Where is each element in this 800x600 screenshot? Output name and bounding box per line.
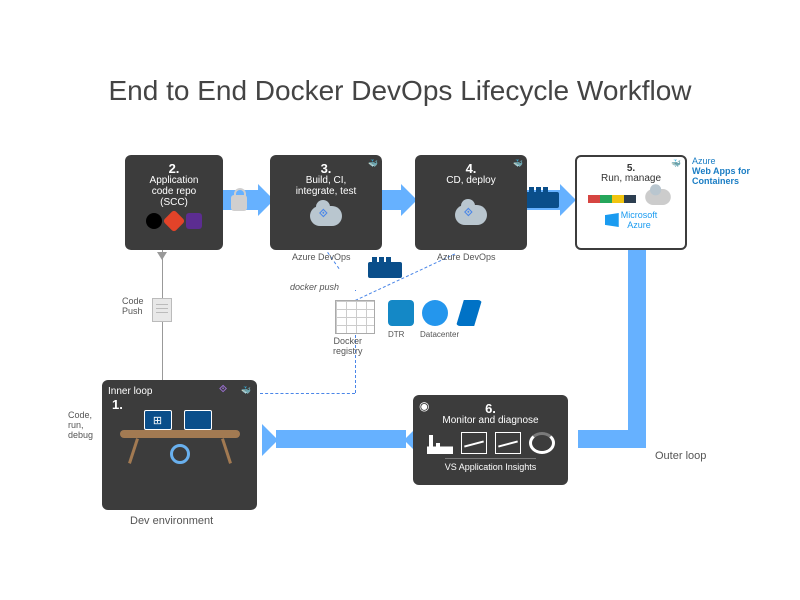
- stage-label: Run, manage: [601, 173, 661, 185]
- git-icon: [163, 210, 186, 233]
- arrow-6-to-1: [276, 430, 406, 448]
- container-icon: [368, 262, 402, 278]
- stage-label: Monitor and diagnose: [442, 415, 538, 427]
- inner-loop-label: Inner loop: [108, 386, 152, 397]
- diagram-title: End to End Docker DevOps Lifecycle Workf…: [0, 75, 800, 107]
- dashboard-icon: [588, 195, 636, 203]
- stage-6-monitor: ◉ 6. Monitor and diagnose VS Application…: [413, 395, 568, 485]
- pie-chart-icon: [529, 432, 555, 454]
- stage-3-build-ci: 3. Build, CI, integrate, test ⟐ 🐳: [270, 155, 382, 250]
- stage-number: 4.: [466, 161, 477, 176]
- datacenter-label: Datacenter: [420, 330, 459, 339]
- container-icon: [525, 192, 559, 208]
- dash-3-registry-b: [355, 290, 356, 291]
- stage-label: (SCC): [160, 197, 188, 209]
- windows-monitor-icon: ⊞: [144, 410, 172, 430]
- dev-env-label: Dev environment: [130, 515, 213, 527]
- docker-push-label: docker push: [290, 282, 339, 292]
- brand-text: Microsoft: [621, 210, 658, 220]
- document-icon: [152, 298, 172, 322]
- line-chart-icon: [495, 432, 521, 454]
- vsts-icon: [186, 213, 202, 229]
- outer-loop-label: Outer loop: [655, 450, 706, 462]
- arrowhead-up: [157, 252, 167, 260]
- arrow-outer-corner: [578, 430, 646, 448]
- docker-whale-icon: 🐳: [368, 159, 378, 168]
- dtr-icon: [388, 300, 414, 326]
- stage-number: 1.: [112, 397, 123, 412]
- azure-logo: MicrosoftAzure: [605, 210, 658, 230]
- inner-side-label: Code, run, debug: [68, 410, 93, 440]
- brand-label: Azure DevOps: [437, 252, 496, 262]
- apple-monitor-icon: [184, 410, 212, 430]
- docker-whale-icon: 🐳: [671, 159, 681, 168]
- stage-number: 6.: [485, 401, 496, 416]
- azure-devops-icon: ⟐: [310, 206, 342, 226]
- azure-devops-icon: ⟐: [455, 205, 487, 225]
- code-push-label: Code Push: [122, 296, 144, 316]
- docker-whale-icon: 🐳: [241, 386, 251, 395]
- arrow-outer-down: [628, 250, 646, 430]
- visual-studio-icon: ⟐: [219, 384, 227, 395]
- line-chart-icon: [461, 432, 487, 454]
- bar-chart-icon: [427, 432, 453, 454]
- windows-icon: [605, 213, 619, 227]
- brand-text: Azure: [627, 220, 651, 230]
- dash-registry-to-1b: [260, 393, 355, 394]
- desk-illustration: ⊞: [120, 416, 240, 466]
- refresh-icon: [170, 444, 190, 464]
- stage-4-cd-deploy: 4. CD, deploy ⟐ 🐳: [415, 155, 527, 250]
- brand-label: Azure DevOps: [292, 252, 351, 262]
- stage-1-dev-environment: Inner loop ⟐ 🐳 1. ⊞: [102, 380, 257, 510]
- registry-label: Docker registry: [333, 336, 363, 356]
- lock-icon: [231, 195, 247, 211]
- cloud-icon: [645, 189, 671, 205]
- stage-2-code-repo: 2. Application code repo (SCC): [125, 155, 223, 250]
- stage-number: 2.: [169, 161, 180, 176]
- azure-webapps-note: Azure Web Apps for Containers: [692, 157, 750, 187]
- github-icon: [146, 213, 162, 229]
- note-line: Containers: [692, 177, 750, 187]
- app-insights-label: VS Application Insights: [445, 458, 537, 472]
- arrow-3-to-4: [381, 190, 403, 210]
- stage-label: CD, deploy: [446, 175, 495, 187]
- azure-acr-icon: [456, 300, 482, 326]
- docker-registry-icon: [335, 300, 375, 334]
- stage-number: 3.: [321, 161, 332, 176]
- dtr-label: DTR: [388, 330, 404, 339]
- registry-providers: [388, 300, 482, 326]
- stage-5-run-manage: 🐳 5. Run, manage MicrosoftAzure: [575, 155, 687, 250]
- stage-label: integrate, test: [296, 186, 357, 198]
- docker-hub-icon: [422, 300, 448, 326]
- docker-whale-icon: 🐳: [513, 159, 523, 168]
